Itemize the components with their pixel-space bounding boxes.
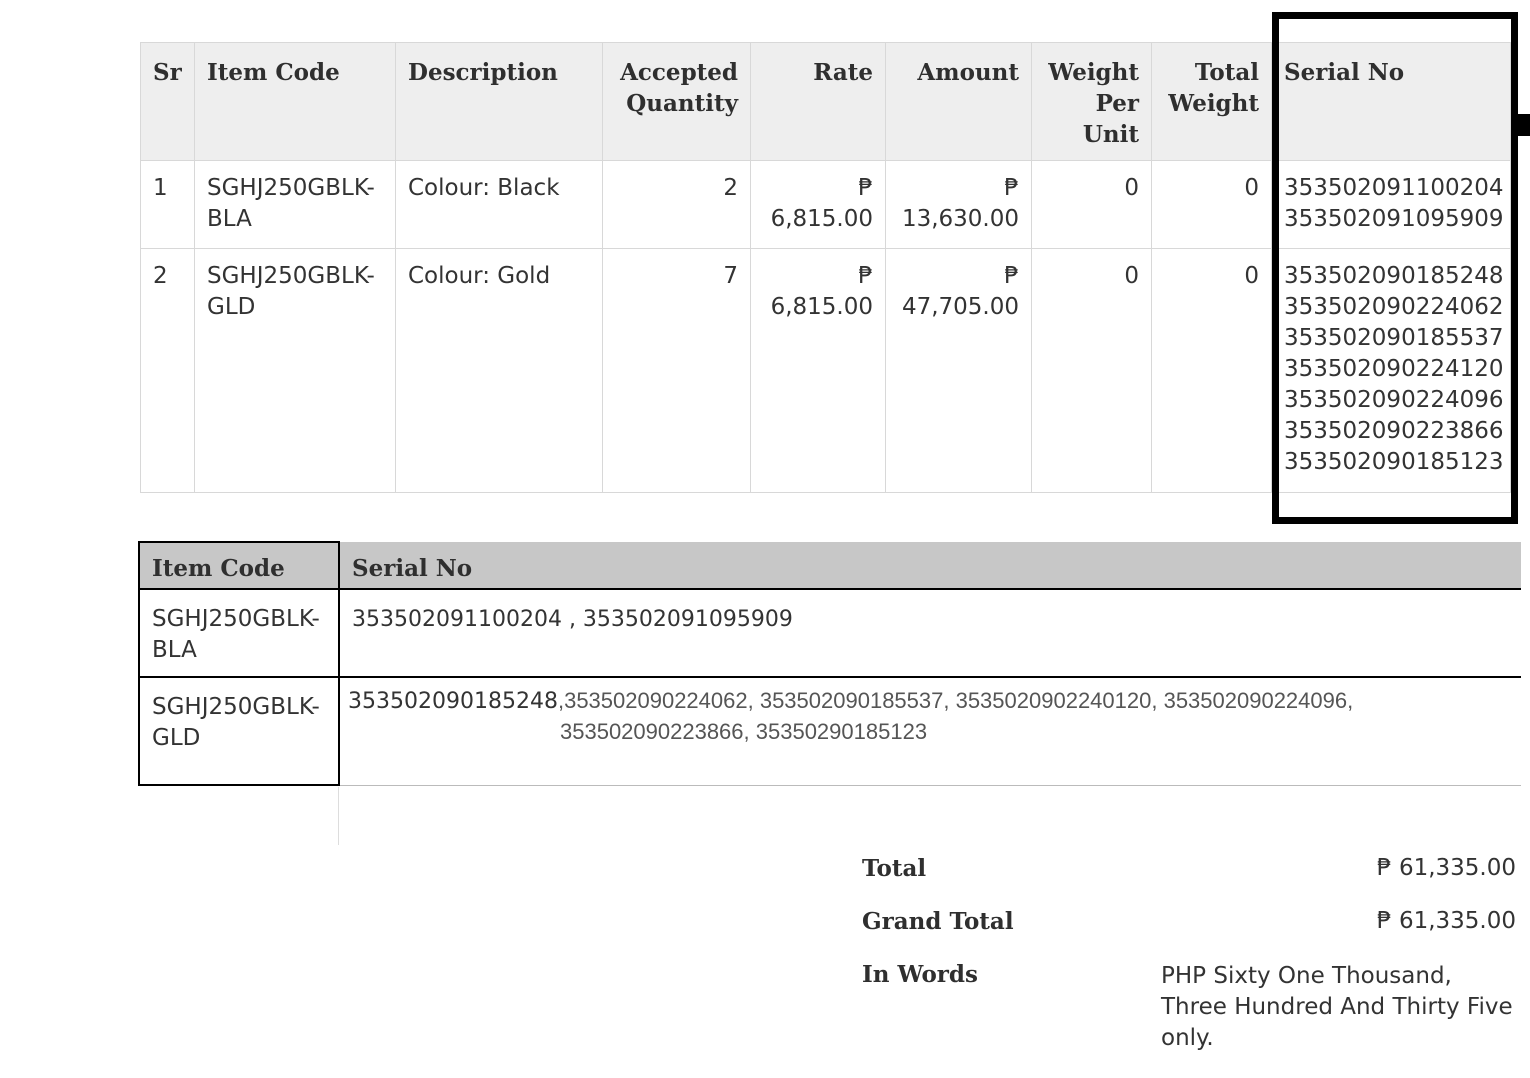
cell-description: Colour: Gold [395, 248, 603, 493]
header-amount: Amount [885, 42, 1032, 161]
currency-symbol: ₱ [1004, 175, 1019, 201]
header-rate: Rate [750, 42, 886, 161]
table-row: 1 SGHJ250GBLK-BLA Colour: Black 2 ₱ 6,81… [140, 160, 1511, 249]
currency-symbol: ₱ [858, 175, 873, 201]
cell-description: Colour: Black [395, 160, 603, 249]
cell-sr: 1 [140, 160, 195, 249]
serial-number: 353502090185248 [1284, 263, 1504, 289]
cell-item-code: SGHJ250GBLK-GLD [194, 248, 396, 493]
cell-total-weight: 0 [1151, 160, 1272, 249]
cell-total-weight: 0 [1151, 248, 1272, 493]
amount-value: 13,630.00 [901, 206, 1019, 232]
cell-rate: ₱ 6,815.00 [750, 160, 886, 249]
in-words-row: In Words PHP Sixty One Thousand, Three H… [862, 961, 1518, 1051]
serial-number: 353502090224120 [1284, 356, 1504, 382]
serial-number: 353502091095909 [1284, 206, 1504, 232]
header-total-weight: Total Weight [1151, 42, 1272, 161]
header-weight-per-unit: Weight Per Unit [1031, 42, 1152, 161]
divider [338, 787, 339, 845]
items-table-header-row: Sr Item Code Description Accepted Quanti… [140, 42, 1511, 161]
cell-accepted-quantity: 2 [602, 160, 751, 249]
cell-sr: 2 [140, 248, 195, 493]
in-words-label: In Words [862, 961, 978, 988]
header-sr: Sr [140, 42, 195, 161]
table-row: SGHJ250GBLK-BLA 353502091100204 , 353502… [138, 588, 1521, 678]
cell-serial-list: 353502090185248,353502090224062, 3535020… [339, 677, 1521, 786]
cell-amount: ₱ 13,630.00 [885, 160, 1032, 249]
currency-symbol: ₱ [1004, 263, 1019, 289]
cell-serial-list: 353502091100204 , 353502091095909 [339, 588, 1521, 678]
total-label: Total [862, 855, 927, 882]
items-table: Sr Item Code Description Accepted Quanti… [140, 42, 1511, 493]
serial-rest-continued: 353502090223866, 35350290185123 [560, 719, 928, 744]
header-serial-no: Serial No [1271, 42, 1511, 161]
highlight-marker [1518, 114, 1530, 136]
total-row: Total ₱ 61,335.00 [862, 855, 1518, 908]
rate-value: 6,815.00 [770, 294, 873, 320]
serial-table-header-row: Item Code Serial No [138, 541, 1521, 590]
header-serial-no: Serial No [339, 542, 1521, 589]
serial-number: 353502091100204 [1284, 175, 1504, 201]
grand-total-label: Grand Total [862, 908, 1014, 935]
cell-serial-no: 353502090185248 353502090224062 35350209… [1271, 248, 1511, 493]
header-item-code: Item Code [138, 541, 340, 590]
serial-number: 353502090224062 [1284, 294, 1504, 320]
cell-accepted-quantity: 7 [602, 248, 751, 493]
currency-symbol: ₱ [858, 263, 873, 289]
serial-rest: ,353502090224062, 353502090185537, 35350… [557, 688, 1354, 713]
grand-total-row: Grand Total ₱ 61,335.00 [862, 908, 1518, 961]
rate-value: 6,815.00 [770, 206, 873, 232]
header-description: Description [395, 42, 603, 161]
serial-first: 353502090185248 [348, 689, 558, 714]
cell-serial-no: 353502091100204 353502091095909 [1271, 160, 1511, 249]
table-row: 2 SGHJ250GBLK-GLD Colour: Gold 7 ₱ 6,815… [140, 248, 1511, 493]
cell-item-code: SGHJ250GBLK-BLA [138, 589, 340, 678]
amount-value: 47,705.00 [901, 294, 1019, 320]
serial-summary-table: Item Code Serial No SGHJ250GBLK-BLA 3535… [138, 541, 1521, 786]
grand-total-value: ₱ 61,335.00 [1377, 908, 1516, 934]
cell-rate: ₱ 6,815.00 [750, 248, 886, 493]
serial-number: 353502090185123 [1284, 449, 1504, 475]
serial-number: 353502090224096 [1284, 387, 1504, 413]
total-value: ₱ 61,335.00 [1377, 855, 1516, 881]
totals-section: Total ₱ 61,335.00 Grand Total ₱ 61,335.0… [862, 855, 1518, 1051]
table-row: SGHJ250GBLK-GLD 353502090185248,35350209… [138, 677, 1521, 786]
header-accepted-quantity: Accepted Quantity [602, 42, 751, 161]
cell-weight-per-unit: 0 [1031, 160, 1152, 249]
header-item-code: Item Code [194, 42, 396, 161]
cell-item-code: SGHJ250GBLK-GLD [138, 677, 340, 786]
in-words-value: PHP Sixty One Thousand, Three Hundred An… [1161, 963, 1513, 1051]
cell-amount: ₱ 47,705.00 [885, 248, 1032, 493]
serial-number: 353502090185537 [1284, 325, 1504, 351]
serial-number: 353502090223866 [1284, 418, 1504, 444]
cell-weight-per-unit: 0 [1031, 248, 1152, 493]
cell-item-code: SGHJ250GBLK-BLA [194, 160, 396, 249]
